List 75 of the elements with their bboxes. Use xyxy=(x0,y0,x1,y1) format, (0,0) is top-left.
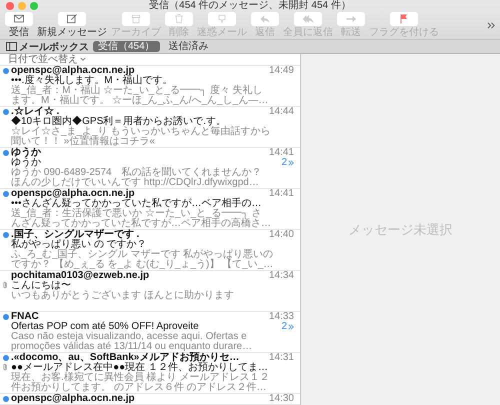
message-row[interactable]: FNAC 14:33 Ofertas POP com até 50% OFF! Aproveite 2 Caso não esteja visualizando, acesse aqui. Ofertas e promoções válidas até 13/11/14 ou enquanto durare… xyxy=(0,312,300,353)
message-subject: ◆10キロ圏内◆GPS利＝用者からお誘いで.す。 xyxy=(11,117,226,127)
sender-name: .☆レイ☆ . xyxy=(11,107,60,117)
flag-icon xyxy=(398,13,410,25)
message-time: 14:33 xyxy=(268,312,294,322)
thread-count: 2 xyxy=(281,322,287,332)
message-row[interactable]: openspc@alpha.ocn.ne.jp 14:30 xyxy=(0,394,300,405)
minimize-icon[interactable] xyxy=(18,2,26,10)
junk-icon xyxy=(216,13,228,25)
message-preview: 聞いて！！ »位置情報はコチラ« xyxy=(11,137,156,147)
sender-name: FNAC xyxy=(11,312,39,322)
mailbox-tab[interactable]: 受信（454） xyxy=(93,41,160,52)
message-time: 14:40 xyxy=(268,230,294,240)
inbox-icon xyxy=(13,13,25,25)
message-row[interactable]: pochitama0103@ezweb.ne.jp 14:34 こんにちは〜 いつもありがとうございます ほんとに助かります xyxy=(0,271,300,312)
sort-menu[interactable]: 日付で並べ替え xyxy=(8,54,86,65)
sender-name: openspc@alpha.ocn.ne.jp xyxy=(11,66,135,76)
double-chevron-icon xyxy=(288,324,294,330)
message-time: 14:44 xyxy=(268,107,294,117)
message-time: 14:49 xyxy=(268,66,294,76)
message-subject: •••さんざん疑ってかかっていた私ですが…ベア相手の… xyxy=(11,199,262,209)
message-subject: こんにちは〜 xyxy=(11,281,71,291)
message-row[interactable]: .国子、シングルマザーです . 14:40 私がやっぱり悪い の ですか？ ふ_ろ_む_国子、シングル マザーです 私がやっぱり悪いの ですか？ 【め_ぇ_る を_よ む(む_り_ょ_う)】 【て_い_… xyxy=(0,230,300,271)
message-subject: Ofertas POP com até 50% OFF! Aproveite xyxy=(11,322,199,332)
reply-icon xyxy=(259,13,271,25)
close-icon[interactable] xyxy=(6,2,14,10)
message-preview: 件お預かりしてます。 のアドレス６件 のアドレス２件… xyxy=(11,383,268,393)
sender-name: openspc@alpha.ocn.ne.jp xyxy=(11,394,135,404)
message-preview: ゆうか 090-6489-2574 私の話を聞いてくれませんか？ xyxy=(11,168,263,178)
message-subject: 私がやっぱり悪い の ですか？ xyxy=(11,240,147,250)
sender-name: openspc@alpha.ocn.ne.jp xyxy=(11,189,135,199)
sender-name: ゆうか xyxy=(11,148,41,158)
zoom-icon[interactable] xyxy=(30,2,38,10)
message-time: 14:30 xyxy=(268,394,294,404)
message-preview: 送_信_者：生活保護で悪いか ☆ーた_い_と_る━━┐ さ xyxy=(11,209,262,219)
compose-button[interactable]: 新規メッセージ xyxy=(36,12,108,38)
message-time: 14:34 xyxy=(268,271,294,281)
trash-icon xyxy=(173,13,185,25)
message-time: 14:41 xyxy=(268,189,294,199)
overflow-chevron-icon[interactable] xyxy=(487,21,496,30)
message-time: 14:41 xyxy=(268,148,294,158)
compose-icon xyxy=(66,13,78,25)
message-time: 14:31 xyxy=(268,353,294,363)
message-row[interactable]: openspc@alpha.ocn.ne.jp 14:41 •••さんざん疑ってかかっていた私ですが…ベア相手の… 送_信_者：生活保護で悪いか ☆ーた_い_と_る━━┐ さ んざん疑ってかかっていた私ですが…ペア相手の高橋さ… xyxy=(0,189,300,230)
message-row[interactable]: ゆうか 14:41 ゆうか 2 ゆうか 090-6489-2574 私の話を聞いてくれませんか？ ほんの少しだけでいいんです http://CDQlrJ.dfywixgpd… xyxy=(0,148,300,189)
window-title: 受信（454 件のメッセージ、未開封 454 件） xyxy=(148,0,352,12)
sender-name: .«docomo、au、SoftBank»メルアドお預かりセ… xyxy=(11,353,240,363)
mailbox-tab[interactable]: 送信済み xyxy=(164,41,214,52)
forward-icon xyxy=(345,13,357,25)
message-row[interactable]: .«docomo、au、SoftBank»メルアドお預かりセ… 14:31 ●●メールアドレス在中●●現在 １２件、お預かりしてま… 現在、お客.様宛てに異性会員 様より メールアドレス１２ 件お預かりしてます。 のアドレス６件 のアドレス２件… xyxy=(0,353,300,394)
sender-name: pochitama0103@ezweb.ne.jp xyxy=(11,271,150,281)
replyall-icon xyxy=(302,13,314,25)
message-subject: ゆうか xyxy=(11,158,41,168)
message-preview: んざん疑ってかかっていた私ですが…ペア相手の高橋さ… xyxy=(11,219,272,229)
message-preview: ふ_ろ_む_国子、シングル マザーです 私がやっぱり悪いの xyxy=(11,250,274,260)
message-preview: ます。M・福山です。 ☆ーほ_ん_ふ_ん/へ_ん_し_ん―… xyxy=(11,96,270,106)
message-row[interactable]: openspc@alpha.ocn.ne.jp 14:49 •••.度々失礼します。M・福山です。 送_信_者：M・福山 ☆ーた_い_と_る━━┐ 度々 失礼し ます。M・福山です。 ☆ーほ_ん_ふ_ん/へ_ん_し_ん―… xyxy=(0,66,300,107)
double-chevron-icon xyxy=(288,160,294,166)
message-subject: ●●メールアドレス在中●●現在 １２件、お預かりしてま… xyxy=(11,363,268,373)
sender-name: .国子、シングルマザーです . xyxy=(11,230,140,240)
message-preview: ですか？ 【め_ぇ_る を_よ む(む_り_ょ_う)】 【て_い_… xyxy=(11,260,274,270)
thread-count: 2 xyxy=(281,158,287,168)
mailboxes-button[interactable]: メールボックス xyxy=(6,40,89,54)
sidebar-icon xyxy=(6,42,17,51)
message-preview: ほんの少しだけでいいんです http://CDQlrJ.dfywixgpd… xyxy=(11,178,260,188)
message-preview: いつもありがとうございます ほんとに助かります xyxy=(11,291,235,301)
message-row[interactable]: .☆レイ☆ . 14:44 ◆10キロ圏内◆GPS利＝用者からお誘いで.す。 ☆レイ☆さ_ま_よ_り もういっかいちゃんと毎由話すから 聞いて！！ »位置情報はコチラ« xyxy=(0,107,300,148)
message-preview: Caso não esteja visualizando, acesse aqui. Ofertas e xyxy=(11,332,247,342)
message-preview: 現在、お客.様宛てに異性会員 様より メールアドレス１２ xyxy=(11,373,270,383)
chevron-down-icon xyxy=(80,57,86,62)
message-preview: 送_信_者：M・福山 ☆ーた_い_と_る━━┐ 度々 失礼し xyxy=(11,86,264,96)
archive-icon xyxy=(130,13,142,25)
message-preview: promoções válidas até 13/11/14 ou enquanto durare… xyxy=(11,342,254,352)
message-preview: ☆レイ☆さ_ま_よ_り もういっかいちゃんと毎由話すから xyxy=(11,127,272,137)
message-subject: •••.度々失礼します。M・福山です。 xyxy=(11,76,173,86)
